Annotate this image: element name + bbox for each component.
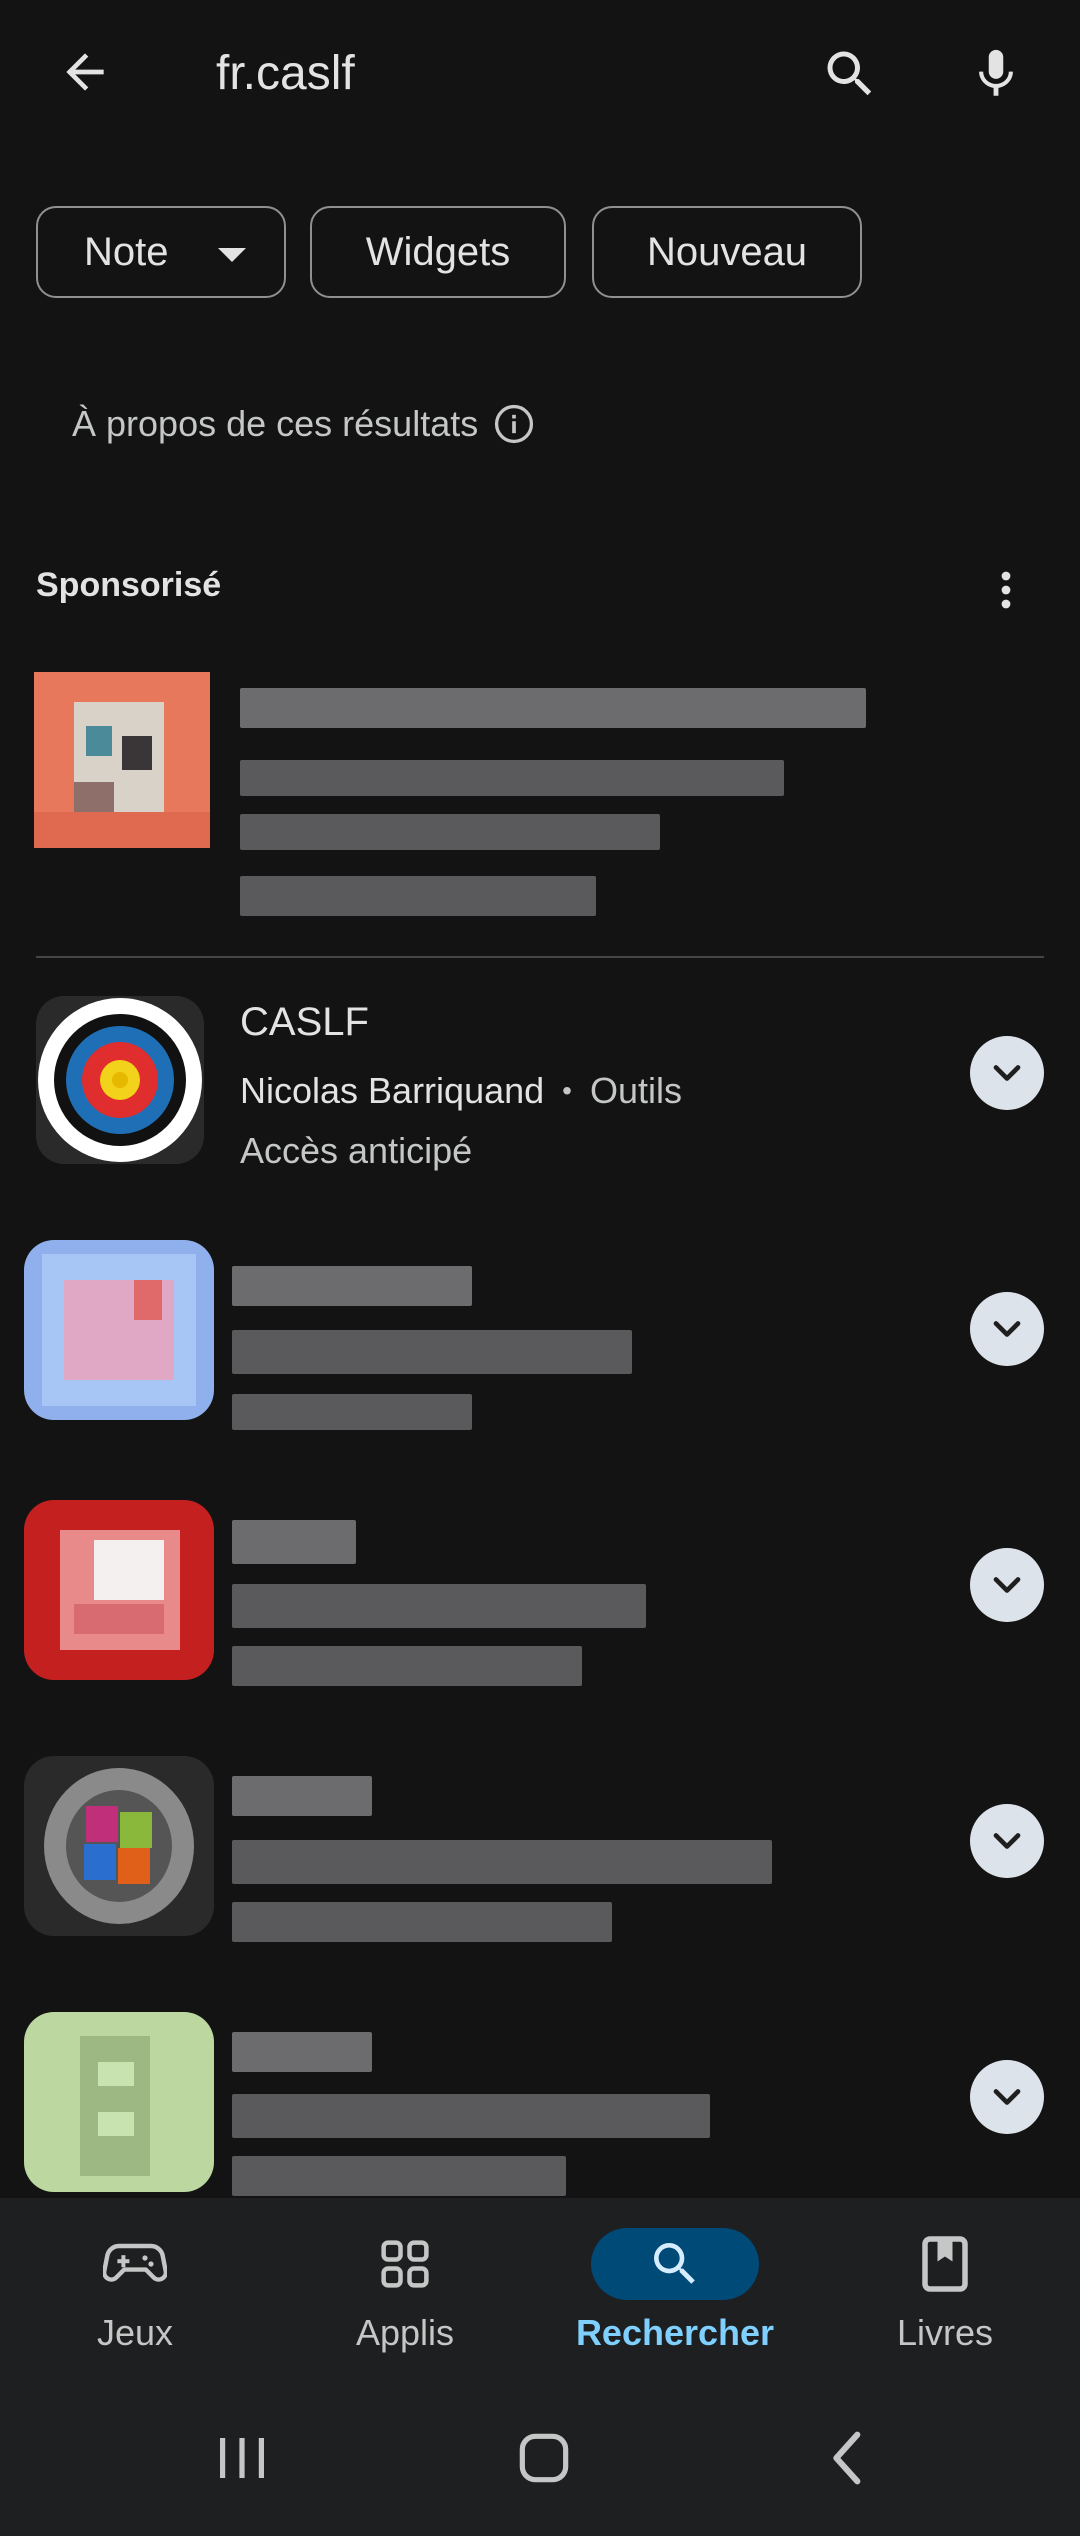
more-vert-icon bbox=[1001, 571, 1011, 609]
search-query[interactable]: fr.caslf bbox=[216, 40, 355, 108]
app-category: Outils bbox=[589, 1070, 682, 1111]
nav-label: Jeux bbox=[96, 2312, 174, 2353]
blurred-text bbox=[232, 2032, 372, 2072]
app-meta: Nicolas Barriquand • Outils bbox=[240, 1070, 682, 1112]
blurred-text bbox=[240, 814, 660, 850]
sponsored-more-button[interactable] bbox=[976, 560, 1036, 620]
caslf-app-icon bbox=[36, 996, 204, 1164]
nav-label: Applis bbox=[355, 2312, 455, 2353]
search-button[interactable] bbox=[800, 34, 900, 114]
blurred-text bbox=[232, 1840, 772, 1884]
expand-button[interactable] bbox=[970, 1804, 1044, 1878]
blurred-text bbox=[232, 1646, 582, 1686]
search-icon bbox=[827, 51, 872, 96]
expand-button[interactable] bbox=[970, 1036, 1044, 1110]
voice-search-button[interactable] bbox=[946, 34, 1046, 114]
about-results-label: À propos de ces résultats bbox=[72, 403, 479, 444]
archery-target-icon bbox=[38, 998, 202, 1162]
bookmark-book-icon bbox=[922, 2236, 968, 2292]
blurred-text bbox=[232, 2156, 566, 2196]
nav-item-livres[interactable]: Livres bbox=[810, 2198, 1080, 2378]
back-button[interactable] bbox=[40, 34, 130, 110]
system-back-button[interactable] bbox=[778, 2408, 918, 2508]
filter-chip-note[interactable]: Note bbox=[36, 206, 286, 298]
recent-apps-icon bbox=[220, 2438, 264, 2478]
gamepad-icon bbox=[103, 2243, 167, 2282]
filter-chip-label: Widgets bbox=[365, 229, 511, 274]
meta-separator: • bbox=[562, 1075, 572, 1106]
nav-item-rechercher[interactable]: Rechercher bbox=[540, 2198, 810, 2378]
expand-button[interactable] bbox=[970, 1548, 1044, 1622]
filter-chip-widgets[interactable]: Widgets bbox=[310, 206, 566, 298]
divider bbox=[36, 956, 1044, 958]
nav-label: Rechercher bbox=[575, 2312, 775, 2353]
arrow-back-icon bbox=[66, 53, 104, 91]
blurred-text bbox=[232, 2094, 710, 2138]
blurred-text bbox=[240, 760, 784, 796]
expand-button[interactable] bbox=[970, 2060, 1044, 2134]
app-status: Accès anticipé bbox=[240, 1130, 473, 1171]
dropdown-caret-icon bbox=[218, 248, 246, 262]
blurred-text bbox=[232, 1584, 646, 1628]
blurred-text bbox=[232, 1902, 612, 1942]
blurred-text bbox=[232, 1394, 472, 1430]
ad-app-icon bbox=[34, 672, 210, 848]
home-button[interactable] bbox=[474, 2408, 614, 2508]
chevron-down-icon bbox=[993, 1321, 1021, 1337]
nav-item-jeux[interactable]: Jeux bbox=[0, 2198, 270, 2378]
microphone-icon bbox=[979, 49, 1013, 96]
blurred-app-icon bbox=[24, 1500, 214, 1680]
chevron-down-icon bbox=[993, 1577, 1021, 1593]
blurred-text bbox=[232, 1776, 372, 1816]
back-chevron-icon bbox=[833, 2431, 861, 2485]
recent-apps-button[interactable] bbox=[172, 2408, 312, 2508]
app-developer: Nicolas Barriquand bbox=[240, 1070, 545, 1111]
system-navigation-bar bbox=[0, 2378, 1080, 2536]
filter-chip-label: Nouveau bbox=[646, 229, 808, 274]
expand-button[interactable] bbox=[970, 1292, 1044, 1366]
chevron-down-icon bbox=[993, 1065, 1021, 1081]
blurred-text bbox=[240, 688, 866, 728]
chevron-down-icon bbox=[993, 2089, 1021, 2105]
about-results-link[interactable]: À propos de ces résultats bbox=[72, 398, 536, 450]
sponsored-label: Sponsorisé bbox=[36, 566, 222, 604]
blurred-text bbox=[232, 1520, 356, 1564]
nav-icon-container bbox=[861, 2228, 1029, 2300]
bottom-navigation: Jeux Applis Rechercher Livres bbox=[0, 2198, 1080, 2378]
nav-label: Livres bbox=[896, 2312, 994, 2353]
blurred-text bbox=[232, 1266, 472, 1306]
sponsored-ad-item[interactable] bbox=[30, 666, 1044, 926]
blurred-app-icon bbox=[24, 1756, 214, 1936]
blurred-app-icon bbox=[24, 1240, 214, 1420]
blurred-text bbox=[232, 1330, 632, 1374]
filter-chip-label: Note bbox=[84, 229, 169, 274]
chevron-down-icon bbox=[993, 1833, 1021, 1849]
nav-item-applis[interactable]: Applis bbox=[270, 2198, 540, 2378]
blurred-app-icon bbox=[24, 2012, 214, 2192]
nav-icon-container bbox=[591, 2228, 759, 2300]
blurred-text bbox=[240, 876, 596, 916]
nav-icon-container bbox=[321, 2228, 489, 2300]
nav-icon-container bbox=[51, 2228, 219, 2300]
info-icon bbox=[495, 404, 534, 444]
apps-grid-icon bbox=[381, 2240, 429, 2288]
home-icon bbox=[519, 2433, 569, 2483]
filter-chip-nouveau[interactable]: Nouveau bbox=[592, 206, 862, 298]
app-title[interactable]: CASLF bbox=[240, 1000, 369, 1045]
search-icon bbox=[654, 2243, 695, 2284]
